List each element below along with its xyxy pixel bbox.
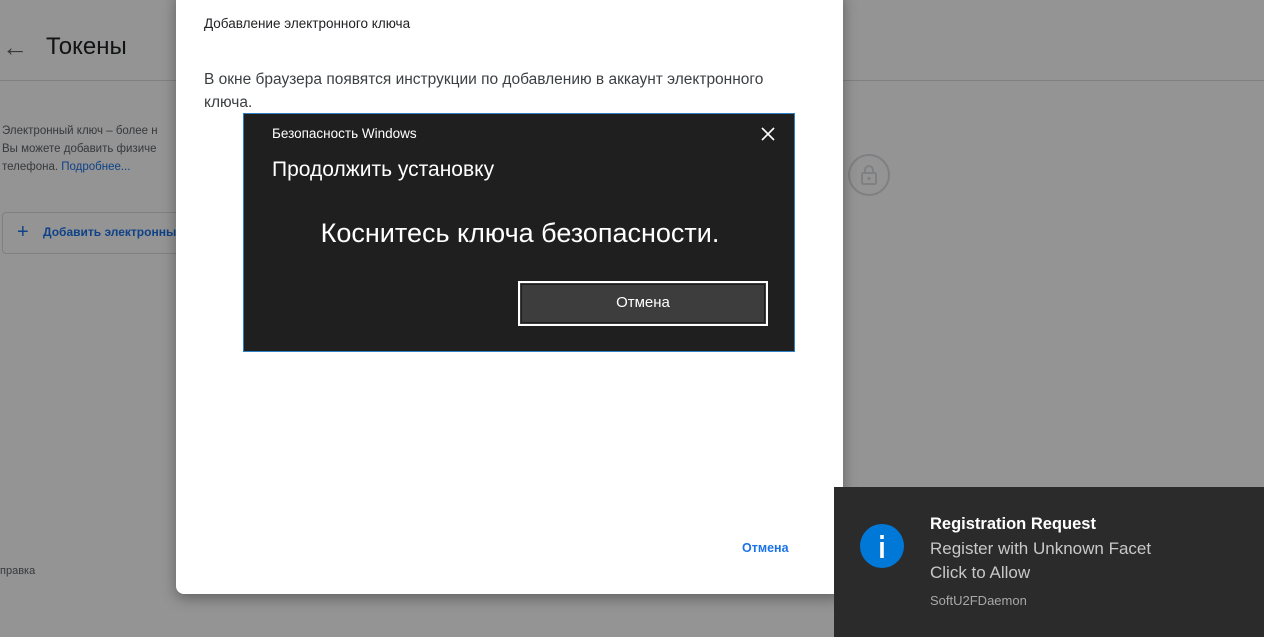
registration-request-toast[interactable]: Registration Request Register with Unkno…: [834, 487, 1264, 637]
dialog-cancel-button[interactable]: Отмена: [742, 541, 789, 555]
toast-title: Registration Request: [930, 515, 1096, 533]
dialog-body: В окне браузера появятся инструкции по д…: [204, 71, 764, 111]
toast-message-line-1: Register with Unknown Facet: [930, 539, 1152, 558]
info-icon: [860, 524, 904, 568]
dialog-title: Добавление электронного ключа: [204, 16, 411, 31]
windows-security-heading: Продолжить установку: [272, 158, 495, 181]
windows-security-title: Безопасность Windows: [272, 126, 417, 141]
windows-cancel-focus-ring: [521, 284, 765, 323]
toast-source-app: SoftU2FDaemon: [930, 593, 1027, 608]
close-icon[interactable]: [756, 122, 780, 146]
touch-key-message: Коснитесь ключа безопасности.: [320, 218, 720, 248]
toast-message-line-2: Click to Allow: [930, 563, 1031, 582]
windows-cancel-button[interactable]: Отмена: [518, 281, 768, 326]
windows-security-dialog: Безопасность Windows Продолжить установк…: [243, 113, 795, 352]
